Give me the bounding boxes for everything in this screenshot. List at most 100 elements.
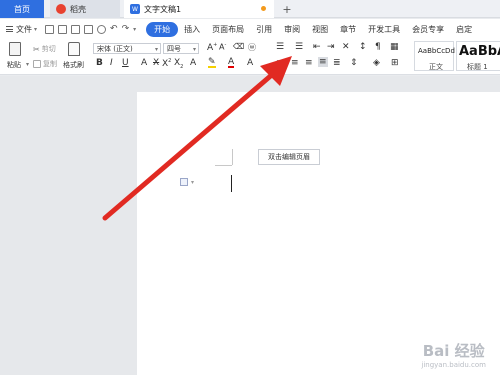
align-right-icon[interactable]: ≡: [305, 58, 313, 68]
redo-icon[interactable]: ↷: [122, 24, 130, 34]
underline-icon[interactable]: U: [122, 58, 129, 68]
style-heading-name: 标题 1: [467, 63, 488, 71]
tab-daoke[interactable]: 稻壳: [50, 0, 120, 18]
justify-icon[interactable]: ≡: [318, 57, 328, 67]
new-tab-label: +: [282, 2, 292, 16]
line-spacing-icon[interactable]: ⇕: [350, 58, 358, 68]
tab-home-label: 首页: [14, 4, 30, 14]
font-size-select[interactable]: 四号 ▾: [163, 43, 199, 54]
menu-tab-start[interactable]: 开始: [146, 21, 179, 37]
distributed-icon[interactable]: ≣: [333, 58, 341, 68]
clear-format-icon[interactable]: ⌫: [233, 42, 244, 51]
table-icon[interactable]: ▦: [390, 42, 399, 52]
save-icon[interactable]: [58, 24, 68, 34]
tab-document-label: 文字文稿1: [144, 4, 182, 14]
show-marks-icon[interactable]: ¶: [375, 42, 381, 52]
font-color-icon[interactable]: A: [228, 58, 235, 68]
margin-corner-mark-h: [215, 165, 232, 166]
paste-chevron-icon[interactable]: ▾: [26, 61, 29, 68]
ribbon-start: 粘贴 ▾ ✂ 剪切 复制 格式刷 宋体 (正文) ▾ 四号 ▾ A+ A- ⌫ …: [0, 39, 500, 75]
brush-icon: [68, 42, 80, 56]
chevron-down-icon[interactable]: ▾: [191, 179, 194, 186]
watermark-logo: Bai 经验: [422, 342, 485, 360]
font-family-value: 宋体 (正文): [97, 44, 133, 53]
menu-tab-view[interactable]: 视图: [306, 24, 334, 35]
sort-icon[interactable]: ↕: [359, 42, 367, 52]
style-normal[interactable]: AaBbCcDd 正文: [414, 41, 455, 71]
copy-button[interactable]: 复制: [33, 59, 57, 69]
edit-header-label: 双击编辑页眉: [268, 153, 310, 161]
italic-icon[interactable]: I: [110, 58, 113, 68]
paste-button[interactable]: [9, 42, 21, 56]
menu-tab-more[interactable]: 启定: [450, 24, 478, 35]
tab-daoke-label: 稻壳: [70, 4, 86, 14]
strikethrough-icon[interactable]: X: [153, 58, 159, 68]
tab-bar: 首页 稻壳 W 文字文稿1 +: [0, 0, 500, 18]
watermark-url: jingyan.baidu.com: [421, 361, 486, 369]
menu-tab-review[interactable]: 审阅: [278, 24, 306, 35]
margin-corner-mark: [232, 149, 233, 165]
paragraph-layout-icon[interactable]: [180, 178, 188, 186]
new-doc-icon[interactable]: [45, 24, 55, 34]
menu-tab-insert[interactable]: 插入: [178, 24, 206, 35]
menu-tab-references[interactable]: 引用: [250, 24, 278, 35]
undo-icon[interactable]: ↶: [110, 24, 118, 34]
tab-home[interactable]: 首页: [0, 0, 44, 18]
print-preview-icon[interactable]: [84, 24, 94, 34]
highlight-icon[interactable]: ✎: [208, 58, 216, 68]
text-effect-icon[interactable]: A: [190, 58, 196, 68]
chinese-layout-icon[interactable]: ✕: [342, 42, 350, 52]
style-heading-sample: AaBbA: [459, 44, 500, 59]
scissors-icon: ✂: [33, 44, 40, 54]
daoke-logo-icon: [56, 4, 66, 14]
menu-tab-developer[interactable]: 开发工具: [362, 24, 406, 35]
style-heading-1[interactable]: AaBbA 标题 1: [456, 41, 500, 71]
hamburger-icon: [6, 26, 13, 32]
file-menu[interactable]: 文件 ▾: [6, 24, 37, 35]
paste-icon: [9, 42, 21, 56]
phonetic-icon[interactable]: ⓦ: [248, 42, 256, 53]
shading-icon[interactable]: ◈: [373, 58, 380, 68]
chevron-down-icon: ▾: [192, 46, 196, 53]
align-center-icon[interactable]: ≡: [291, 58, 299, 68]
new-tab-button[interactable]: +: [280, 0, 294, 18]
cut-button[interactable]: ✂ 剪切: [33, 44, 56, 54]
copy-label: 复制: [43, 60, 57, 68]
format-painter-button[interactable]: [68, 42, 80, 56]
chevron-down-icon: ▾: [154, 46, 158, 53]
text-cursor: [231, 175, 232, 192]
menu-tab-page-layout[interactable]: 页面布局: [206, 24, 250, 35]
style-normal-sample: AaBbCcDd: [418, 47, 455, 55]
grow-font-icon[interactable]: A+: [207, 42, 217, 53]
document-page[interactable]: [137, 92, 500, 375]
bold-icon[interactable]: B: [96, 58, 103, 68]
menu-tab-member[interactable]: 会员专享: [406, 24, 450, 35]
bullet-list-icon[interactable]: ☰: [276, 42, 284, 52]
font-size-value: 四号: [167, 44, 181, 53]
shrink-font-icon[interactable]: A-: [219, 42, 226, 52]
print-icon[interactable]: [71, 24, 81, 34]
copy-icon: [33, 60, 41, 68]
paste-label: 粘贴: [7, 61, 21, 69]
quick-access-toolbar: ↶ ↷ ▾: [45, 24, 136, 34]
borders-icon[interactable]: ⊞: [391, 58, 399, 68]
menu-tab-section[interactable]: 章节: [334, 24, 362, 35]
align-left-icon[interactable]: ≡: [276, 58, 284, 68]
tab-document[interactable]: W 文字文稿1: [124, 0, 274, 18]
superscript-icon[interactable]: X2: [162, 58, 171, 69]
menu-bar: 文件 ▾ ↶ ↷ ▾ 开始 插入 页面布局 引用 审阅 视图 章节 开发工具 会…: [0, 19, 500, 39]
character-border-icon[interactable]: A: [247, 58, 253, 68]
subscript-icon[interactable]: X2: [174, 58, 183, 70]
font-family-select[interactable]: 宋体 (正文) ▾: [93, 43, 161, 54]
numbered-list-icon[interactable]: ☰: [295, 42, 303, 52]
font-effects-icon[interactable]: A: [141, 58, 147, 68]
baidu-jingyan-watermark: Bai 经验 jingyan.baidu.com: [421, 340, 486, 369]
export-pdf-icon[interactable]: [97, 24, 107, 34]
edit-header-button[interactable]: 双击编辑页眉: [258, 149, 320, 165]
menu-tabs: 开始 插入 页面布局 引用 审阅 视图 章节 开发工具 会员专享 启定: [146, 21, 478, 37]
unsaved-indicator-icon: [261, 6, 266, 11]
more-chevron-icon[interactable]: ▾: [133, 26, 136, 33]
writer-doc-icon: W: [130, 4, 140, 14]
decrease-indent-icon[interactable]: ⇤: [313, 42, 321, 52]
increase-indent-icon[interactable]: ⇥: [327, 42, 335, 52]
